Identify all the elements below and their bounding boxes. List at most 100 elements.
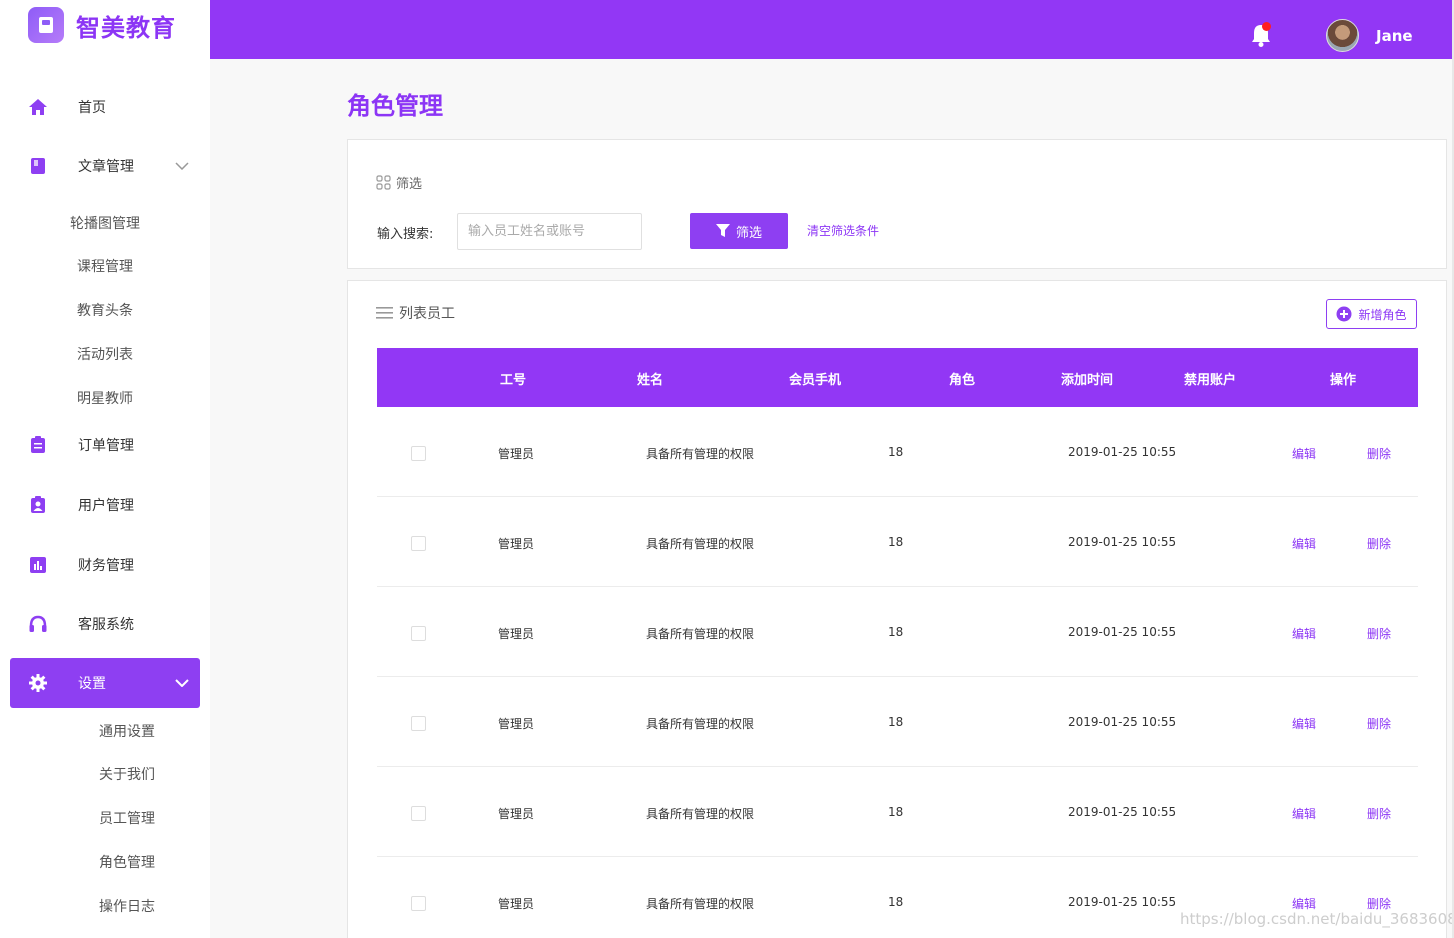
row-checkbox[interactable] <box>411 446 426 461</box>
row-checkbox[interactable] <box>411 806 426 821</box>
sidebar-subitem-about[interactable]: 关于我们 <box>99 764 155 784</box>
sidebar-item-label: 订单管理 <box>78 438 134 454</box>
sidebar-item-finance[interactable]: 财务管理 <box>10 540 200 590</box>
table-row: 管理员 具备所有管理的权限 18 2019-01-25 10:55 编辑 删除 <box>377 407 1418 497</box>
cell-role: 管理员 <box>498 717 535 731</box>
column-header[interactable]: 禁用账户 <box>1184 369 1236 388</box>
clipboard-icon <box>28 435 48 455</box>
cell-time: 2019-01-25 10:55 <box>1068 445 1177 459</box>
column-header[interactable]: 角色 <box>949 369 975 388</box>
sidebar-item-users[interactable]: 用户管理 <box>10 480 200 530</box>
filter-panel: 筛选 输入搜索: 筛选 清空筛选条件 <box>347 139 1447 269</box>
sidebar-subitem-staff[interactable]: 员工管理 <box>99 808 155 828</box>
sidebar-item-label: 首页 <box>78 100 106 116</box>
bar-chart-icon <box>28 555 48 575</box>
search-label: 输入搜索: <box>377 227 434 242</box>
clear-filters-link[interactable]: 清空筛选条件 <box>807 222 879 239</box>
delete-link[interactable]: 删除 <box>1367 445 1391 462</box>
delete-link[interactable]: 删除 <box>1367 805 1391 822</box>
row-checkbox[interactable] <box>411 896 426 911</box>
list-icon <box>376 307 393 319</box>
delete-link[interactable]: 删除 <box>1367 625 1391 642</box>
row-checkbox[interactable] <box>411 626 426 641</box>
list-heading: 列表员工 <box>376 303 455 323</box>
delete-link[interactable]: 删除 <box>1367 715 1391 732</box>
page-title: 角色管理 <box>347 92 443 120</box>
cell-role: 管理员 <box>498 447 535 461</box>
delete-link[interactable]: 删除 <box>1367 535 1391 552</box>
table-header: 工号 姓名 会员手机 角色 添加时间 禁用账户 操作 <box>377 348 1418 407</box>
chevron-down-icon[interactable] <box>174 675 190 691</box>
sidebar-item-label: 客服系统 <box>78 617 134 633</box>
sidebar-item-home[interactable]: 首页 <box>10 82 200 132</box>
search-input[interactable] <box>457 213 642 250</box>
add-role-button-label: 新增角色 <box>1358 307 1407 322</box>
edit-link[interactable]: 编辑 <box>1292 715 1316 732</box>
sidebar-item-label: 文章管理 <box>78 159 134 175</box>
cell-time: 2019-01-25 10:55 <box>1068 805 1177 819</box>
edit-link[interactable]: 编辑 <box>1292 625 1316 642</box>
sidebar-item-label: 财务管理 <box>78 558 134 574</box>
cell-time: 2019-01-25 10:55 <box>1068 625 1177 639</box>
cell-description: 具备所有管理的权限 <box>646 897 755 911</box>
filter-button-label: 筛选 <box>735 225 762 241</box>
edit-link[interactable]: 编辑 <box>1292 805 1316 822</box>
brand-name: 智美教育 <box>76 13 176 42</box>
sidebar-item-orders[interactable]: 订单管理 <box>10 420 200 470</box>
username[interactable]: Jane <box>1376 27 1413 45</box>
cell-description: 具备所有管理的权限 <box>646 627 755 641</box>
sidebar-subitem-banners[interactable]: 轮播图管理 <box>70 213 140 233</box>
sidebar-subitem-teachers[interactable]: 明星教师 <box>77 388 133 408</box>
row-checkbox[interactable] <box>411 716 426 731</box>
sidebar-subitem-general[interactable]: 通用设置 <box>99 721 155 741</box>
cell-count: 18 <box>888 715 904 729</box>
sidebar-item-label: 用户管理 <box>78 498 134 514</box>
cell-role: 管理员 <box>498 807 535 821</box>
cell-description: 具备所有管理的权限 <box>646 447 755 461</box>
cell-count: 18 <box>888 805 904 819</box>
table-row: 管理员 具备所有管理的权限 18 2019-01-25 10:55 编辑 删除 <box>377 677 1418 767</box>
column-header[interactable]: 工号 <box>500 369 526 388</box>
sidebar-item-articles[interactable]: 文章管理 <box>10 141 200 191</box>
list-heading-label: 列表员工 <box>399 306 455 322</box>
cell-count: 18 <box>888 895 904 909</box>
column-header[interactable]: 操作 <box>1330 369 1356 388</box>
cell-description: 具备所有管理的权限 <box>646 537 755 551</box>
row-checkbox[interactable] <box>411 536 426 551</box>
sidebar-subitem-headlines[interactable]: 教育头条 <box>77 300 133 320</box>
cell-role: 管理员 <box>498 627 535 641</box>
column-header[interactable]: 会员手机 <box>789 369 841 388</box>
watermark: https://blog.csdn.net/baidu_36836080 <box>1180 910 1454 928</box>
cell-time: 2019-01-25 10:55 <box>1068 535 1177 549</box>
column-header[interactable]: 姓名 <box>637 369 663 388</box>
sidebar-item-settings[interactable]: 设置 <box>10 658 200 708</box>
column-header[interactable]: 添加时间 <box>1061 369 1113 388</box>
sidebar-subitem-logs[interactable]: 操作日志 <box>99 896 155 916</box>
sidebar-subitem-courses[interactable]: 课程管理 <box>77 256 133 276</box>
filter-button[interactable]: 筛选 <box>690 213 788 249</box>
brand-logo[interactable]: 智美教育 <box>28 6 176 44</box>
cell-description: 具备所有管理的权限 <box>646 717 755 731</box>
sidebar-item-service[interactable]: 客服系统 <box>10 599 200 649</box>
avatar[interactable] <box>1326 19 1359 52</box>
table-row: 管理员 具备所有管理的权限 18 2019-01-25 10:55 编辑 删除 <box>377 497 1418 587</box>
notification-dot <box>1262 22 1271 31</box>
home-icon <box>28 97 48 117</box>
cell-count: 18 <box>888 445 904 459</box>
edit-link[interactable]: 编辑 <box>1292 535 1316 552</box>
book-icon <box>28 7 64 43</box>
funnel-icon <box>715 224 730 237</box>
sidebar: 智美教育 首页 文章管理 轮播图管理 课程管理 教育头条 活动列表 明星教师 订… <box>0 0 210 938</box>
edit-link[interactable]: 编辑 <box>1292 445 1316 462</box>
chevron-down-icon[interactable] <box>174 158 190 174</box>
plus-circle-icon <box>1336 306 1352 322</box>
grid-icon <box>376 175 391 190</box>
add-role-button[interactable]: 新增角色 <box>1326 299 1417 329</box>
headphones-icon <box>28 614 48 634</box>
filter-heading: 筛选 <box>376 173 422 192</box>
sidebar-subitem-roles[interactable]: 角色管理 <box>99 852 155 872</box>
user-badge-icon <box>28 495 48 515</box>
sidebar-subitem-activities[interactable]: 活动列表 <box>77 344 133 364</box>
cell-role: 管理员 <box>498 897 535 911</box>
table-row: 管理员 具备所有管理的权限 18 2019-01-25 10:55 编辑 删除 <box>377 767 1418 857</box>
